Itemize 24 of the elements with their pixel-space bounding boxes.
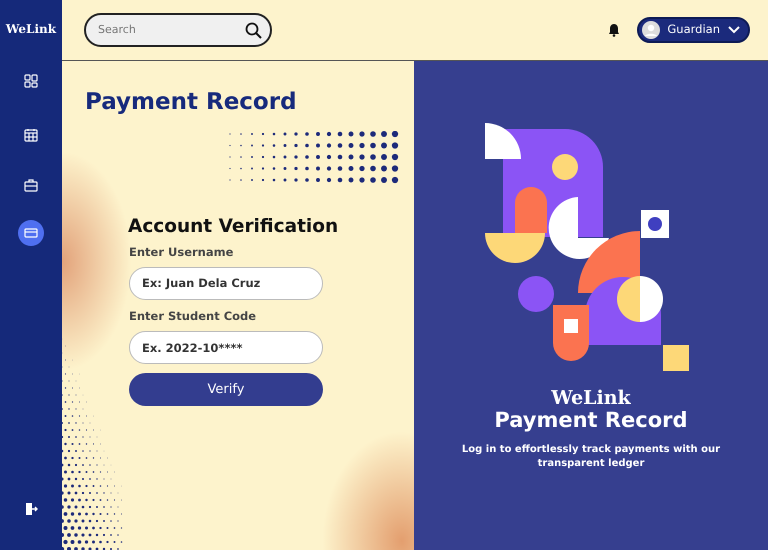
dashboard-icon <box>24 74 38 88</box>
search-field[interactable]: Search <box>96 20 226 40</box>
verify-button[interactable]: Verify <box>129 373 323 406</box>
search-icon[interactable] <box>245 22 262 38</box>
app-logo: WeLink <box>6 21 56 38</box>
sidebar-item[interactable] <box>18 220 44 246</box>
field-label: Enter Student Code <box>129 308 258 325</box>
promo-title: Payment Record <box>494 408 688 434</box>
avatar-icon <box>642 21 660 39</box>
user-menu-button[interactable]: Guardian <box>637 17 750 43</box>
bell-icon[interactable] <box>608 23 620 37</box>
search-bar[interactable]: Search <box>84 13 272 47</box>
calendar-icon <box>24 128 38 142</box>
briefcase-icon <box>24 178 38 192</box>
field-label: Enter Username <box>129 244 234 261</box>
form-heading: Account Verification <box>128 214 338 238</box>
logout-icon[interactable] <box>24 502 38 516</box>
brand-name: WeLink <box>551 389 631 408</box>
promo-description: Log in to effortlessly track payments with our transparent ledger <box>461 443 721 472</box>
input-field[interactable]: Ex: Juan Dela Cruz <box>129 266 323 300</box>
chevron-down-icon <box>728 26 740 34</box>
input-field[interactable]: Ex. 2022-10**** <box>129 331 323 364</box>
credit-card-icon <box>24 226 38 240</box>
page-title: Payment Record <box>85 88 298 117</box>
